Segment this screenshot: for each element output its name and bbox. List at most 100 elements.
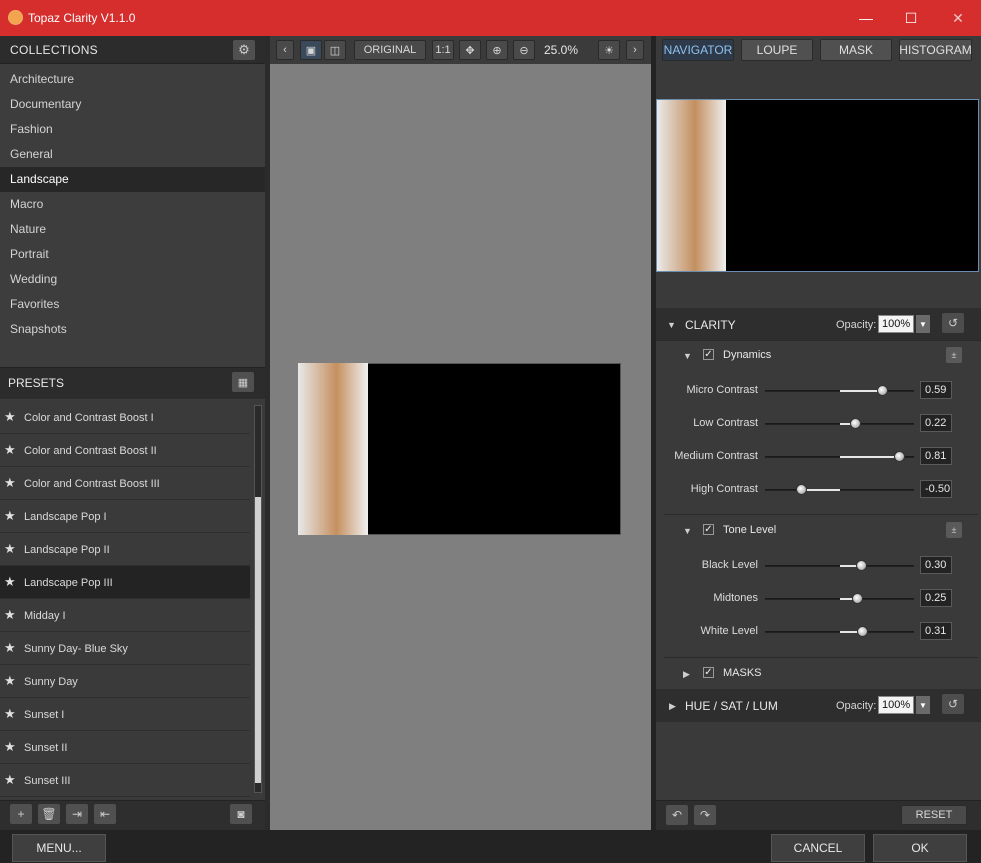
preset-item[interactable]: ★ Landscape Pop I [0,500,250,533]
masks-checkbox[interactable]: ✓ [703,667,714,678]
collection-item[interactable]: Portrait [0,242,265,267]
grid-view-icon[interactable]: ▦ [232,372,254,392]
slider-value-field[interactable]: 0.25 [920,589,952,607]
ok-button[interactable]: OK [873,834,967,862]
masks-expand-icon[interactable]: ▶ [683,669,690,680]
collection-item[interactable]: Architecture [0,67,265,92]
original-button[interactable]: ORIGINAL [354,40,426,60]
trash-icon[interactable]: 🗑 [38,804,60,824]
slider-thumb[interactable] [849,418,861,429]
cancel-button[interactable]: CANCEL [771,834,865,862]
slider-value-field[interactable]: 0.31 [920,622,952,640]
reset-button[interactable]: RESET [901,805,967,825]
star-icon[interactable]: ★ [4,541,16,557]
redo-icon[interactable]: ↷ [694,805,716,825]
export-icon[interactable]: ⇤ [94,804,116,824]
preset-item[interactable]: ★ Color and Contrast Boost I [0,401,250,434]
slider-thumb[interactable] [893,451,905,462]
maximize-button[interactable]: ☐ [888,0,934,36]
reset-icon[interactable]: ↺ [942,313,964,333]
slider-value-field[interactable]: 0.59 [920,381,952,399]
brightness-icon[interactable]: ☀ [598,40,620,60]
collapse-triangle-icon[interactable]: ▼ [667,320,676,330]
reset-icon[interactable]: ↺ [942,694,964,714]
slider-value-field[interactable]: 0.81 [920,447,952,465]
chevron-right-icon[interactable]: › [626,40,644,60]
one-to-one-button[interactable]: 1:1 [432,40,454,60]
slider-value-field[interactable]: 0.22 [920,414,952,432]
star-icon[interactable]: ★ [4,475,16,491]
slider-thumb[interactable] [856,626,868,637]
zoom-out-icon[interactable]: ⊖ [513,40,535,60]
tone-collapse-icon[interactable]: ▼ [683,526,692,536]
star-icon[interactable]: ★ [4,574,16,590]
tone-checkbox[interactable]: ✓ [703,524,714,535]
tab-loupe[interactable]: LOUPE [741,39,813,61]
star-icon[interactable]: ★ [4,607,16,623]
preset-label: Color and Contrast Boost III [24,478,160,490]
slider-track[interactable] [765,489,914,491]
star-icon[interactable]: ★ [4,673,16,689]
chevron-left-icon[interactable]: ‹ [276,40,294,60]
split-view-icon[interactable]: ◫ [324,40,346,60]
collection-item[interactable]: Macro [0,192,265,217]
preset-item[interactable]: ★ Landscape Pop III [0,566,250,599]
slider-value-field[interactable]: 0.30 [920,556,952,574]
dynamics-collapse-icon[interactable]: ▼ [683,351,692,361]
add-icon[interactable]: + [10,804,32,824]
star-icon[interactable]: ★ [4,442,16,458]
collection-item[interactable]: Wedding [0,267,265,292]
collection-item[interactable]: Landscape [0,167,265,192]
preset-item[interactable]: ★ Midday I [0,599,250,632]
tone-title: Tone Level [723,524,777,536]
zoom-in-icon[interactable]: ⊕ [486,40,508,60]
close-button[interactable]: ✕ [935,0,981,36]
star-icon[interactable]: ★ [4,772,16,788]
collection-item[interactable]: Snapshots [0,317,265,342]
preset-item[interactable]: ★ Landscape Pop II [0,533,250,566]
clarity-opacity-field[interactable]: 100% [878,315,914,333]
preset-item[interactable]: ★ Sunset II [0,731,250,764]
preset-item[interactable]: ★ Sunny Day- Blue Sky [0,632,250,665]
hsl-opacity-field[interactable]: 100% [878,696,914,714]
fit-to-screen-icon[interactable]: ✥ [459,40,481,60]
collection-item[interactable]: General [0,142,265,167]
chevron-down-icon[interactable]: ▼ [916,696,930,714]
slider-thumb[interactable] [855,560,867,571]
tab-mask[interactable]: MASK [820,39,892,61]
chevron-down-icon[interactable]: ▼ [916,315,930,333]
import-icon[interactable]: ⇥ [66,804,88,824]
star-icon[interactable]: ★ [4,739,16,755]
minimize-button[interactable]: — [843,0,889,36]
adjust-icon[interactable]: ± [946,522,962,538]
tab-navigator[interactable]: NAVIGATOR [662,39,734,61]
slider-value-field[interactable]: -0.50 [920,480,952,498]
collection-item[interactable]: Nature [0,217,265,242]
preset-item[interactable]: ★ Color and Contrast Boost II [0,434,250,467]
preset-label: Sunny Day- Blue Sky [24,643,128,655]
star-icon[interactable]: ★ [4,409,16,425]
preset-item[interactable]: ★ Color and Contrast Boost III [0,467,250,500]
camera-icon[interactable]: ◙ [230,804,252,824]
star-icon[interactable]: ★ [4,508,16,524]
collection-item[interactable]: Documentary [0,92,265,117]
star-icon[interactable]: ★ [4,706,16,722]
menu-button[interactable]: MENU... [12,834,106,862]
undo-icon[interactable]: ↶ [666,805,688,825]
adjust-icon[interactable]: ± [946,347,962,363]
collection-item[interactable]: Fashion [0,117,265,142]
scrollbar-thumb[interactable] [255,497,261,783]
preset-label: Landscape Pop III [24,577,113,589]
slider-fill [839,456,900,458]
gear-icon[interactable]: ⚙ [233,40,255,60]
tab-histogram[interactable]: HISTOGRAM [899,39,972,61]
preset-item[interactable]: ★ Sunny Day [0,665,250,698]
preset-item[interactable]: ★ Sunset III [0,764,250,797]
masks-title: MASKS [723,667,762,679]
star-icon[interactable]: ★ [4,640,16,656]
hsl-expand-icon[interactable]: ▶ [669,701,676,712]
collection-item[interactable]: Favorites [0,292,265,317]
preset-item[interactable]: ★ Sunset I [0,698,250,731]
dynamics-checkbox[interactable]: ✓ [703,349,714,360]
single-view-icon[interactable]: ▣ [300,40,322,60]
